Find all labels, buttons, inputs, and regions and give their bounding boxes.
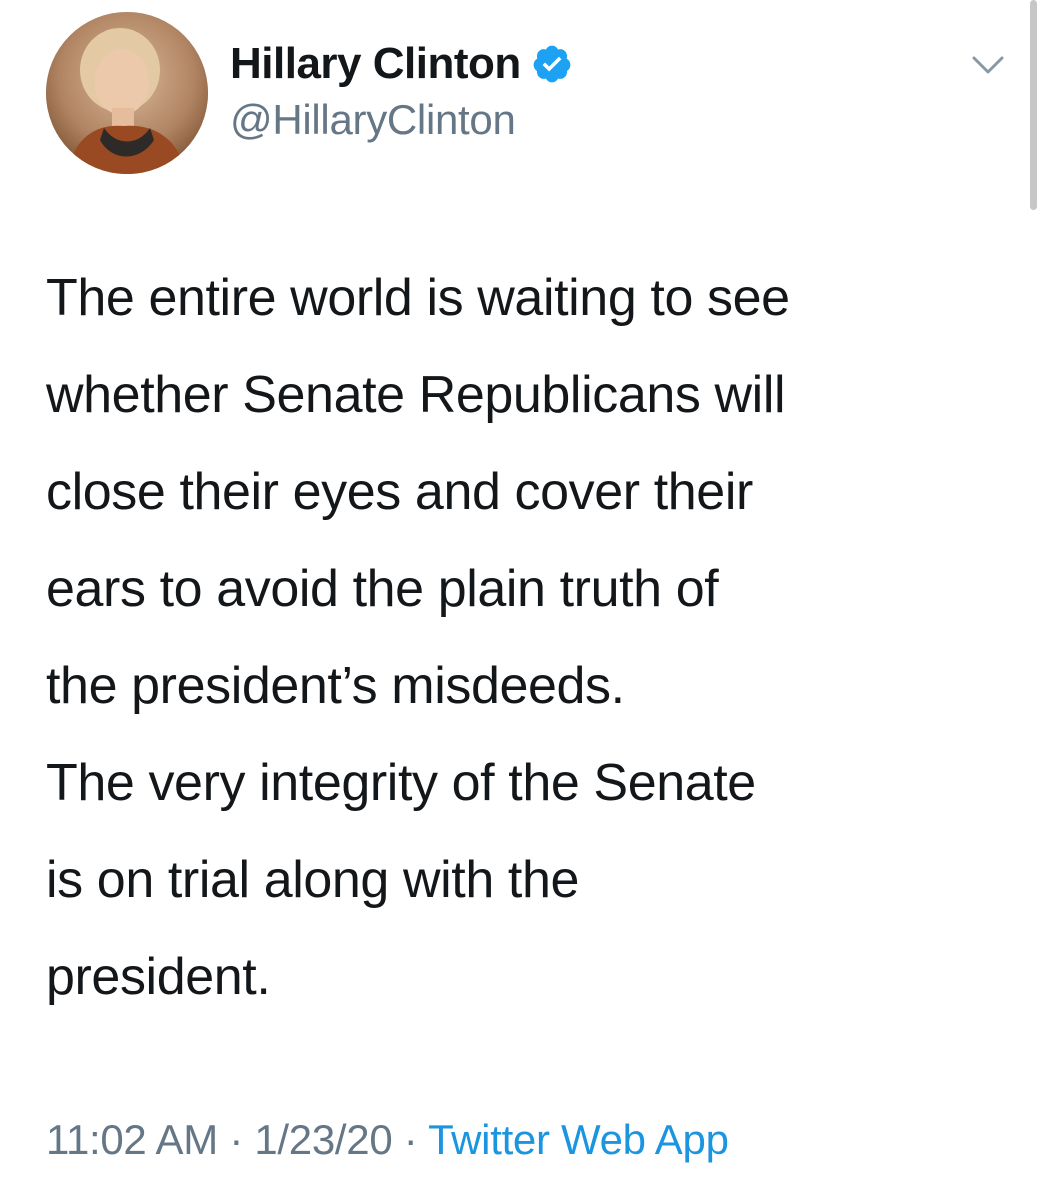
user-handle[interactable]: @HillaryClinton <box>230 94 516 146</box>
tweet-paragraph: The very integrity of the Senate is on t… <box>46 754 756 1006</box>
chevron-down-icon[interactable] <box>970 52 1006 80</box>
verified-badge-icon <box>533 45 571 83</box>
avatar[interactable] <box>46 12 208 174</box>
avatar-photo <box>46 12 208 174</box>
meta-separator: · <box>403 1116 418 1163</box>
display-name[interactable]: Hillary Clinton <box>230 38 521 90</box>
tweet-meta: 11:02 AM · 1/23/20 · Twitter Web App <box>46 1112 729 1168</box>
meta-separator: · <box>229 1116 243 1163</box>
tweet-card: Hillary Clinton @HillaryClinton The enti… <box>0 0 1048 1200</box>
user-name-row: Hillary Clinton <box>230 38 573 90</box>
scrollbar[interactable] <box>1030 0 1037 210</box>
tweet-text: The entire world is waiting to see wheth… <box>46 250 1006 1026</box>
tweet-source-link[interactable]: Twitter Web App <box>428 1116 729 1163</box>
tweet-time[interactable]: 11:02 AM <box>46 1116 218 1163</box>
tweet-date[interactable]: 1/23/20 <box>254 1116 392 1163</box>
tweet-paragraph: The entire world is waiting to see wheth… <box>46 269 790 715</box>
